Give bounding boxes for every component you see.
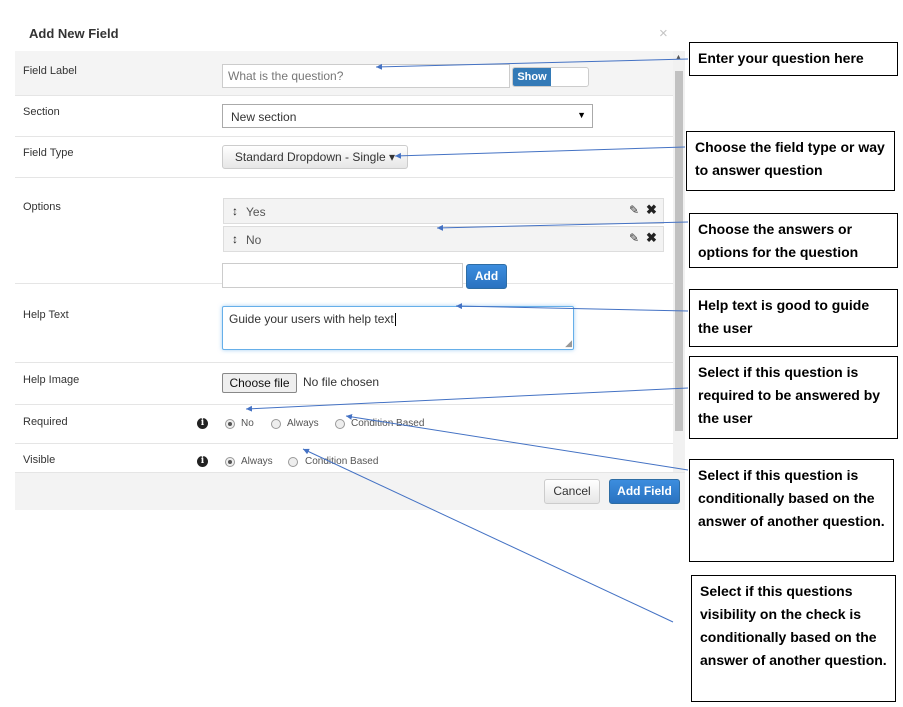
- arrow-field-type: [394, 146, 686, 159]
- arrow-conditional: [345, 413, 689, 471]
- annotation-arrows: [245, 58, 689, 623]
- arrow-help-text: [455, 303, 689, 312]
- arrow-required: [245, 387, 689, 412]
- arrow-options: [436, 221, 689, 231]
- arrow-question: [375, 58, 689, 70]
- arrow-visibility: [302, 448, 674, 623]
